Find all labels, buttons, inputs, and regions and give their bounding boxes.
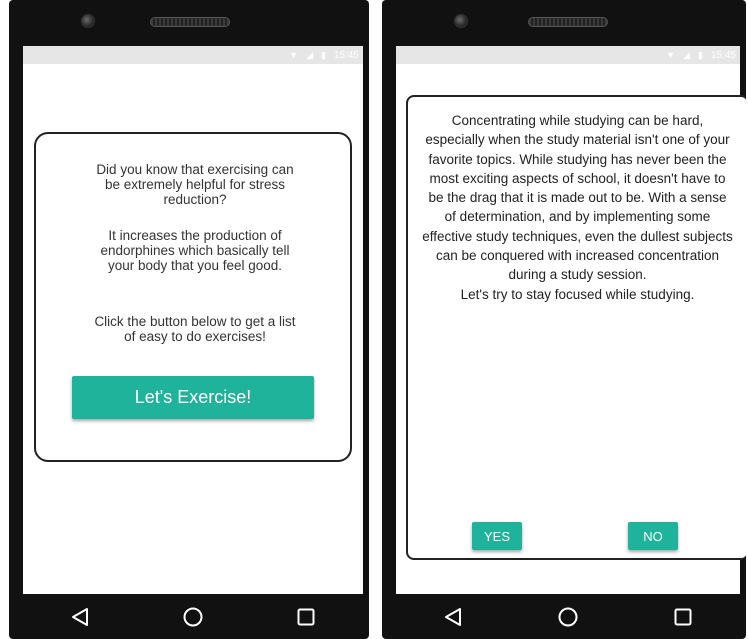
speaker-grille [150,17,230,27]
study-message: Concentrating while studying can be hard… [422,111,733,304]
camera-icon [81,14,95,28]
dialog-paragraph-2: It increases the production of endorphin… [100,228,290,273]
home-icon[interactable] [554,603,582,631]
phone-right: ▼ ◢ ▮ 15:45 Concentrating while studying… [382,0,746,639]
dialog-paragraph-3: Click the button below to get a list of … [94,314,296,344]
status-time: 15:45 [710,49,736,61]
status-bar: ▼ ◢ ▮ 15:45 [23,46,363,64]
recents-icon[interactable] [669,603,697,631]
back-icon[interactable] [439,603,467,631]
exercise-dialog: Did you know that exercising can be extr… [34,132,352,462]
status-bar: ▼ ◢ ▮ 15:45 [396,46,740,64]
battery-icon: ▮ [698,49,703,60]
study-prompt-text: Let's try to stay focused while studying… [460,286,695,302]
phone-left: ▼ ◢ ▮ 15:45 Did you know that exercising… [9,0,369,639]
signal-icon: ◢ [683,49,691,60]
yes-button[interactable]: YES [472,522,522,550]
wifi-icon: ▼ [666,49,676,60]
wifi-icon: ▼ [289,49,299,60]
app-screen: Concentrating while studying can be hard… [396,64,746,594]
camera-icon [454,14,468,28]
recents-icon[interactable] [292,603,320,631]
navigation-bar [23,594,363,639]
navigation-bar [396,594,740,639]
battery-icon: ▮ [321,49,326,60]
dialog-paragraph-1: Did you know that exercising can be extr… [96,162,294,207]
study-dialog: Concentrating while studying can be hard… [406,95,746,560]
speaker-grille [528,17,608,27]
lets-exercise-button[interactable]: Let's Exercise! [72,376,314,419]
status-time: 15:45 [333,49,359,61]
home-icon[interactable] [179,603,207,631]
signal-icon: ◢ [306,49,314,60]
app-screen: Did you know that exercising can be extr… [23,64,363,594]
back-icon[interactable] [66,603,94,631]
study-body-text: Concentrating while studying can be hard… [422,113,733,283]
no-button[interactable]: NO [628,522,678,550]
